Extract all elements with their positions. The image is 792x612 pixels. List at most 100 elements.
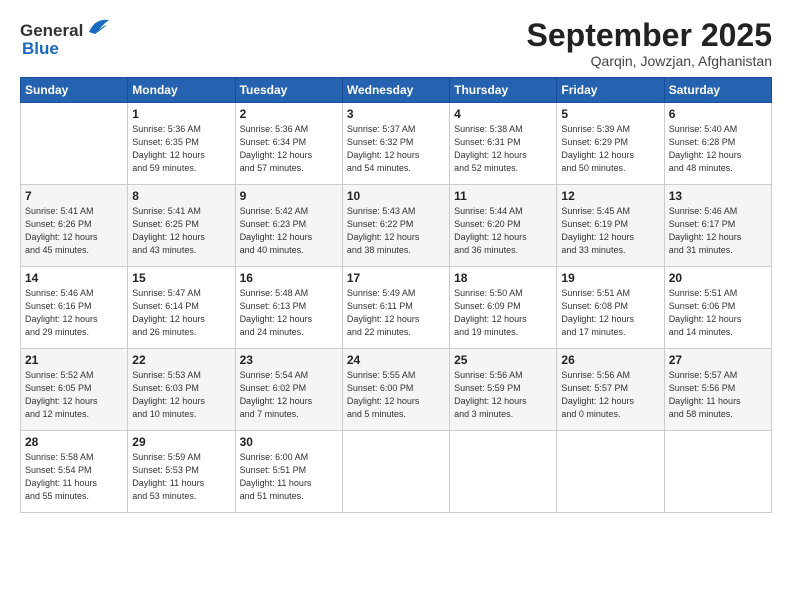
weekday-header-monday: Monday: [128, 78, 235, 103]
weekday-header-sunday: Sunday: [21, 78, 128, 103]
calendar-cell: 14Sunrise: 5:46 AM Sunset: 6:16 PM Dayli…: [21, 267, 128, 349]
day-number: 12: [561, 189, 659, 203]
calendar-cell: 17Sunrise: 5:49 AM Sunset: 6:11 PM Dayli…: [342, 267, 449, 349]
week-row-4: 21 Sunrise: 5:52 AM Sunset: 6:05 PM Dayli…: [21, 349, 772, 431]
day-info: Sunrise: 5:37 AM Sunset: 6:32 PM Dayligh…: [347, 123, 445, 175]
calendar-cell: 28Sunrise: 5:58 AM Sunset: 5:54 PM Dayli…: [21, 431, 128, 513]
day-info: Sunrise: 5:36 AM Sunset: 6:35 PM Dayligh…: [132, 123, 230, 175]
day-number: 1: [132, 107, 230, 121]
calendar-cell: 8Sunrise: 5:41 AM Sunset: 6:25 PM Daylig…: [128, 185, 235, 267]
day-info: Sunrise: 6:00 AM Sunset: 5:51 PM Dayligh…: [240, 451, 338, 503]
day-info: Sunrise: 5:51 AM Sunset: 6:06 PM Dayligh…: [669, 287, 767, 339]
calendar-cell: [450, 431, 557, 513]
calendar-cell: 1 Sunrise: 5:36 AM Sunset: 6:35 PM Daylig…: [128, 103, 235, 185]
day-number: 26: [561, 353, 659, 367]
logo: General Blue: [20, 18, 113, 59]
day-info: Sunrise: 5:41 AM Sunset: 6:25 PM Dayligh…: [132, 205, 230, 257]
week-row-3: 14Sunrise: 5:46 AM Sunset: 6:16 PM Dayli…: [21, 267, 772, 349]
header: General Blue September 2025 Qarqin, Jowz…: [20, 18, 772, 69]
day-number: 22: [132, 353, 230, 367]
day-info: Sunrise: 5:43 AM Sunset: 6:22 PM Dayligh…: [347, 205, 445, 257]
calendar-cell: 2 Sunrise: 5:36 AM Sunset: 6:34 PM Daylig…: [235, 103, 342, 185]
day-number: 6: [669, 107, 767, 121]
week-row-1: 1 Sunrise: 5:36 AM Sunset: 6:35 PM Daylig…: [21, 103, 772, 185]
calendar-cell: 3 Sunrise: 5:37 AM Sunset: 6:32 PM Daylig…: [342, 103, 449, 185]
calendar-cell: [342, 431, 449, 513]
day-number: 16: [240, 271, 338, 285]
calendar-cell: 22 Sunrise: 5:53 AM Sunset: 6:03 PM Dayli…: [128, 349, 235, 431]
calendar-cell: 7Sunrise: 5:41 AM Sunset: 6:26 PM Daylig…: [21, 185, 128, 267]
calendar-table: SundayMondayTuesdayWednesdayThursdayFrid…: [20, 77, 772, 513]
day-info: Sunrise: 5:39 AM Sunset: 6:29 PM Dayligh…: [561, 123, 659, 175]
day-info: Sunrise: 5:45 AM Sunset: 6:19 PM Dayligh…: [561, 205, 659, 257]
day-info: Sunrise: 5:42 AM Sunset: 6:23 PM Dayligh…: [240, 205, 338, 257]
calendar-cell: [557, 431, 664, 513]
calendar-cell: [21, 103, 128, 185]
day-number: 11: [454, 189, 552, 203]
calendar-cell: 4 Sunrise: 5:38 AM Sunset: 6:31 PM Daylig…: [450, 103, 557, 185]
day-number: 5: [561, 107, 659, 121]
page: General Blue September 2025 Qarqin, Jowz…: [0, 0, 792, 612]
calendar-cell: 19Sunrise: 5:51 AM Sunset: 6:08 PM Dayli…: [557, 267, 664, 349]
calendar-cell: 26 Sunrise: 5:56 AM Sunset: 5:57 PM Dayli…: [557, 349, 664, 431]
weekday-header-saturday: Saturday: [664, 78, 771, 103]
week-row-5: 28Sunrise: 5:58 AM Sunset: 5:54 PM Dayli…: [21, 431, 772, 513]
day-number: 13: [669, 189, 767, 203]
day-number: 29: [132, 435, 230, 449]
day-number: 24: [347, 353, 445, 367]
calendar-cell: 20Sunrise: 5:51 AM Sunset: 6:06 PM Dayli…: [664, 267, 771, 349]
calendar-cell: 29 Sunrise: 5:59 AM Sunset: 5:53 PM Dayli…: [128, 431, 235, 513]
day-number: 23: [240, 353, 338, 367]
logo-general: General: [20, 21, 83, 40]
weekday-header-row: SundayMondayTuesdayWednesdayThursdayFrid…: [21, 78, 772, 103]
calendar-cell: 6Sunrise: 5:40 AM Sunset: 6:28 PM Daylig…: [664, 103, 771, 185]
day-info: Sunrise: 5:52 AM Sunset: 6:05 PM Dayligh…: [25, 369, 123, 421]
day-number: 4: [454, 107, 552, 121]
calendar-cell: 15 Sunrise: 5:47 AM Sunset: 6:14 PM Dayli…: [128, 267, 235, 349]
day-number: 3: [347, 107, 445, 121]
day-info: Sunrise: 5:55 AM Sunset: 6:00 PM Dayligh…: [347, 369, 445, 421]
day-number: 2: [240, 107, 338, 121]
calendar-cell: [664, 431, 771, 513]
day-number: 14: [25, 271, 123, 285]
calendar-cell: 13Sunrise: 5:46 AM Sunset: 6:17 PM Dayli…: [664, 185, 771, 267]
day-number: 15: [132, 271, 230, 285]
day-info: Sunrise: 5:36 AM Sunset: 6:34 PM Dayligh…: [240, 123, 338, 175]
calendar-cell: 9 Sunrise: 5:42 AM Sunset: 6:23 PM Daylig…: [235, 185, 342, 267]
day-info: Sunrise: 5:56 AM Sunset: 5:59 PM Dayligh…: [454, 369, 552, 421]
calendar-cell: 12 Sunrise: 5:45 AM Sunset: 6:19 PM Dayli…: [557, 185, 664, 267]
calendar-cell: 18Sunrise: 5:50 AM Sunset: 6:09 PM Dayli…: [450, 267, 557, 349]
day-number: 19: [561, 271, 659, 285]
weekday-header-friday: Friday: [557, 78, 664, 103]
logo-bird-icon: [85, 16, 113, 43]
week-row-2: 7Sunrise: 5:41 AM Sunset: 6:26 PM Daylig…: [21, 185, 772, 267]
location: Qarqin, Jowzjan, Afghanistan: [527, 53, 772, 69]
calendar-cell: 5 Sunrise: 5:39 AM Sunset: 6:29 PM Daylig…: [557, 103, 664, 185]
day-number: 25: [454, 353, 552, 367]
day-info: Sunrise: 5:48 AM Sunset: 6:13 PM Dayligh…: [240, 287, 338, 339]
title-block: September 2025 Qarqin, Jowzjan, Afghanis…: [527, 18, 772, 69]
day-info: Sunrise: 5:53 AM Sunset: 6:03 PM Dayligh…: [132, 369, 230, 421]
calendar-cell: 27Sunrise: 5:57 AM Sunset: 5:56 PM Dayli…: [664, 349, 771, 431]
day-number: 28: [25, 435, 123, 449]
calendar-cell: 16 Sunrise: 5:48 AM Sunset: 6:13 PM Dayli…: [235, 267, 342, 349]
calendar-cell: 11 Sunrise: 5:44 AM Sunset: 6:20 PM Dayli…: [450, 185, 557, 267]
calendar-cell: 21 Sunrise: 5:52 AM Sunset: 6:05 PM Dayli…: [21, 349, 128, 431]
day-info: Sunrise: 5:44 AM Sunset: 6:20 PM Dayligh…: [454, 205, 552, 257]
day-info: Sunrise: 5:38 AM Sunset: 6:31 PM Dayligh…: [454, 123, 552, 175]
day-number: 18: [454, 271, 552, 285]
day-number: 27: [669, 353, 767, 367]
calendar-cell: 23Sunrise: 5:54 AM Sunset: 6:02 PM Dayli…: [235, 349, 342, 431]
day-number: 9: [240, 189, 338, 203]
calendar-cell: 10Sunrise: 5:43 AM Sunset: 6:22 PM Dayli…: [342, 185, 449, 267]
calendar-cell: 25 Sunrise: 5:56 AM Sunset: 5:59 PM Dayli…: [450, 349, 557, 431]
day-info: Sunrise: 5:49 AM Sunset: 6:11 PM Dayligh…: [347, 287, 445, 339]
day-info: Sunrise: 5:56 AM Sunset: 5:57 PM Dayligh…: [561, 369, 659, 421]
day-info: Sunrise: 5:47 AM Sunset: 6:14 PM Dayligh…: [132, 287, 230, 339]
weekday-header-wednesday: Wednesday: [342, 78, 449, 103]
day-info: Sunrise: 5:41 AM Sunset: 6:26 PM Dayligh…: [25, 205, 123, 257]
weekday-header-tuesday: Tuesday: [235, 78, 342, 103]
day-info: Sunrise: 5:59 AM Sunset: 5:53 PM Dayligh…: [132, 451, 230, 503]
day-number: 21: [25, 353, 123, 367]
day-number: 30: [240, 435, 338, 449]
